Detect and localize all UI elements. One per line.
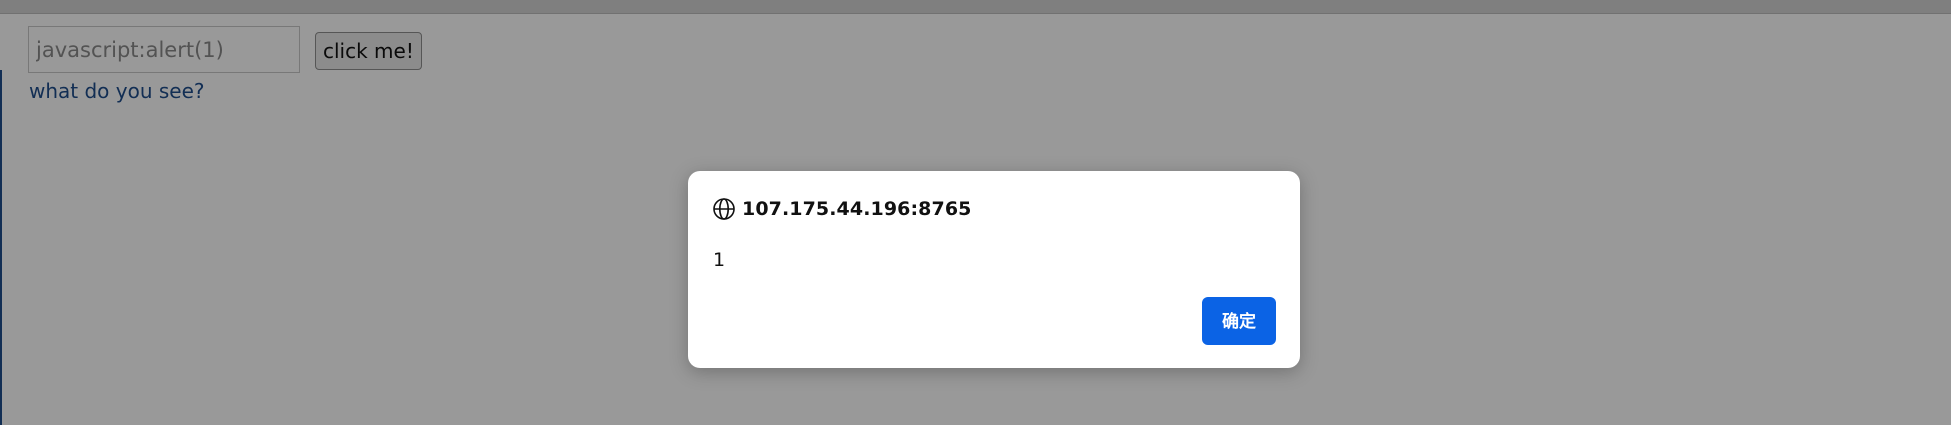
dialog-origin: 107.175.44.196:8765: [742, 198, 972, 220]
dialog-message: 1: [713, 249, 726, 271]
globe-icon: [712, 197, 736, 221]
alert-dialog: 107.175.44.196:8765 1 确定: [688, 171, 1300, 368]
dialog-header: 107.175.44.196:8765: [712, 195, 971, 223]
ok-button[interactable]: 确定: [1202, 297, 1276, 345]
